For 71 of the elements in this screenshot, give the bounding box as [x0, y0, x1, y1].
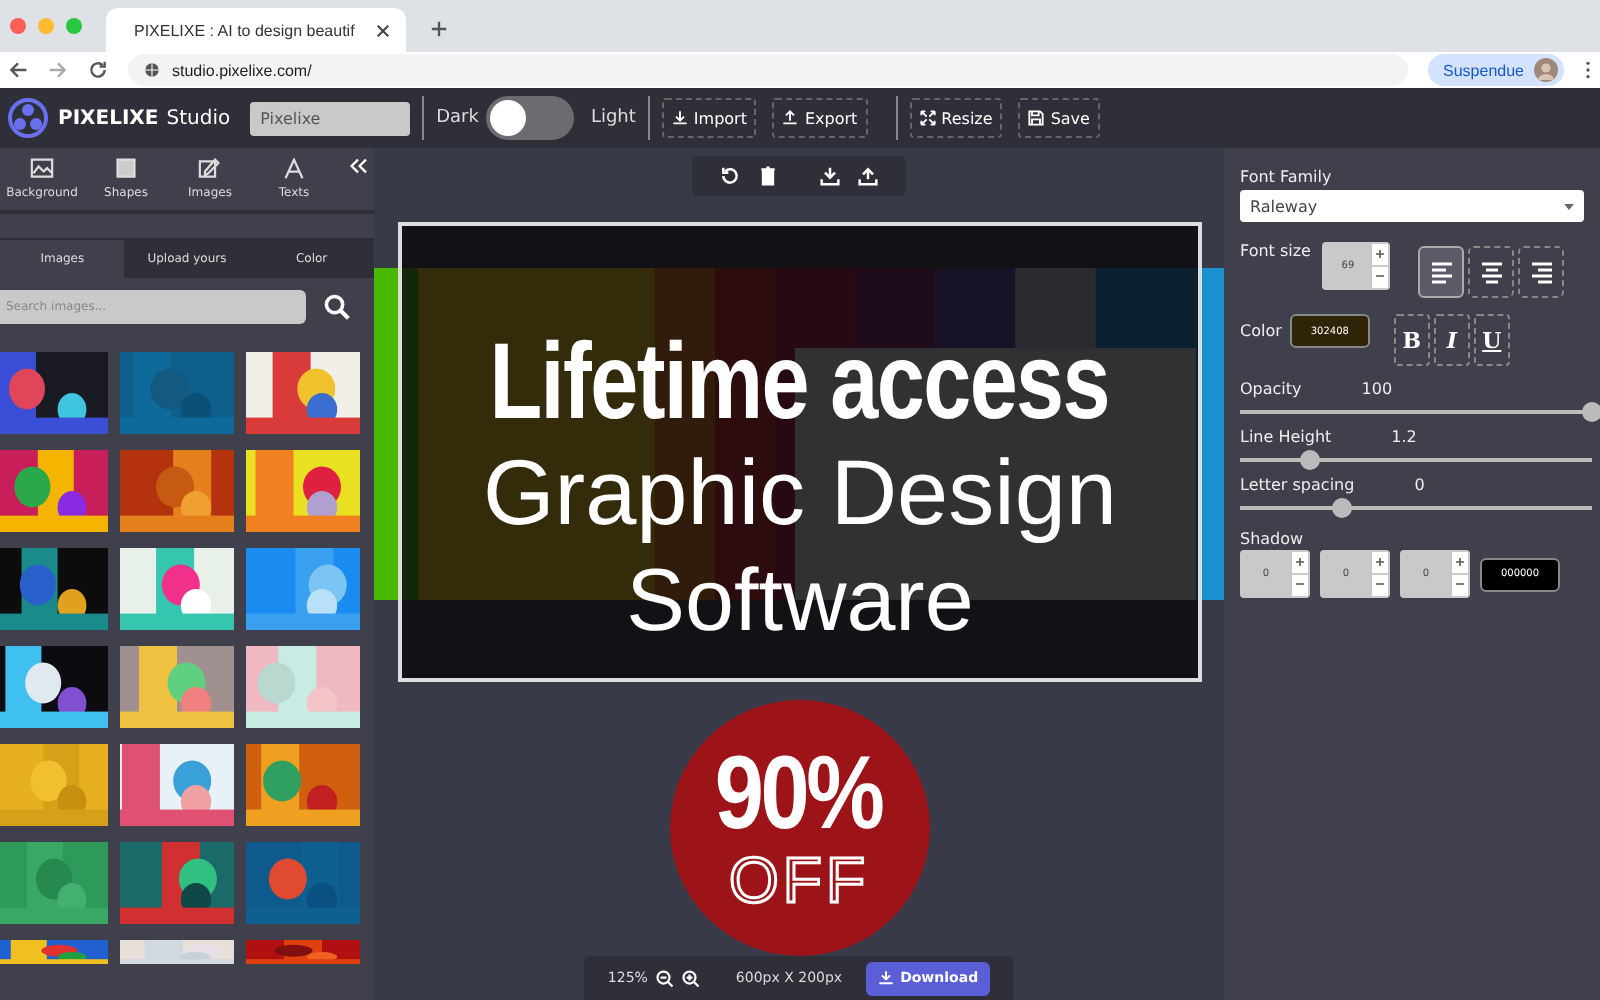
tool-icon	[114, 158, 138, 180]
field-label: Shadow	[1240, 530, 1306, 548]
theme-toggle[interactable]	[486, 96, 575, 140]
discount-label: OFF	[729, 846, 869, 914]
spinner-icon[interactable]	[1372, 244, 1389, 288]
font-family-dropdown[interactable]: Raleway	[1240, 190, 1584, 222]
slider-label: Letter spacing	[1240, 476, 1355, 494]
toolbar-button[interactable]: Resize	[909, 98, 1003, 138]
slider-value: 0	[1414, 476, 1425, 494]
globe-icon	[144, 62, 160, 78]
dark-label: Dark	[436, 108, 479, 128]
upload-icon[interactable]	[858, 166, 878, 186]
download-icon[interactable]	[820, 166, 840, 186]
new-tab-icon[interactable]	[430, 20, 448, 38]
reload-icon[interactable]	[88, 60, 108, 80]
toolbar-button[interactable]: Save	[1018, 98, 1100, 138]
tool-icon	[30, 158, 54, 180]
promo-subtitle: Software	[626, 550, 974, 654]
button-icon	[782, 110, 799, 126]
toolbar-button[interactable]: Import	[661, 98, 757, 138]
menu-icon[interactable]	[1584, 60, 1592, 80]
slider-label: Opacity	[1240, 380, 1302, 398]
discount-amount: 90%	[715, 742, 883, 846]
promo-headline: Lifetime access	[490, 326, 1110, 438]
back-icon[interactable]	[8, 60, 28, 80]
project-name-field[interactable]: Pixelixe	[250, 101, 411, 135]
logo-icon	[8, 98, 48, 138]
align-button[interactable]	[1418, 246, 1465, 298]
caret-icon	[1564, 203, 1574, 209]
align-button[interactable]	[1468, 246, 1515, 298]
profile-button[interactable]: Suspendue	[1427, 54, 1564, 86]
collapse-icon[interactable]	[348, 158, 368, 174]
slider-value: 100	[1361, 380, 1393, 398]
align-icon	[1479, 261, 1504, 283]
text-style-button[interactable]: I	[1433, 314, 1470, 366]
button-icon	[671, 110, 688, 126]
download-icon	[878, 970, 895, 986]
tool-icon	[198, 158, 222, 180]
align-icon	[1529, 261, 1554, 283]
browser-tab[interactable]: PIXELIXE : AI to design beautif	[106, 8, 406, 52]
trash-icon[interactable]	[758, 166, 778, 186]
avatar-icon	[1534, 58, 1558, 82]
slider-label: Line Height	[1240, 428, 1332, 446]
slider-value: 1.2	[1391, 428, 1417, 446]
close-window-icon[interactable]	[10, 18, 26, 34]
product-name: Studio	[166, 107, 231, 129]
field-label: Color	[1240, 322, 1282, 340]
text-style-button[interactable]: B	[1393, 314, 1430, 366]
align-button[interactable]	[1518, 246, 1565, 298]
button-icon	[919, 110, 936, 126]
spinner-icon[interactable]	[1372, 552, 1388, 596]
toolbar-button[interactable]: Export	[772, 98, 868, 138]
field-label: Font size	[1240, 242, 1311, 260]
text-style-button[interactable]: U	[1473, 314, 1510, 366]
zoom-in-icon[interactable]	[681, 969, 700, 987]
tool-icon	[282, 158, 306, 180]
field-label: Font Family	[1240, 168, 1334, 186]
button-icon	[1028, 110, 1045, 126]
close-icon[interactable]	[376, 23, 390, 37]
light-label: Light	[590, 108, 636, 128]
zoom-out-icon[interactable]	[655, 969, 674, 987]
brand-name: PIXELIXE	[58, 107, 159, 129]
undo-icon[interactable]	[720, 166, 740, 186]
address-bar[interactable]: studio.pixelixe.com/	[128, 54, 1408, 86]
forward-icon[interactable]	[48, 60, 68, 80]
spinner-icon[interactable]	[1452, 552, 1468, 596]
search-icon[interactable]	[324, 294, 350, 320]
align-icon	[1429, 261, 1454, 283]
promo-subtitle: Graphic Design	[482, 438, 1118, 546]
url-text: studio.pixelixe.com/	[172, 61, 312, 79]
spinner-icon[interactable]	[1292, 552, 1308, 596]
